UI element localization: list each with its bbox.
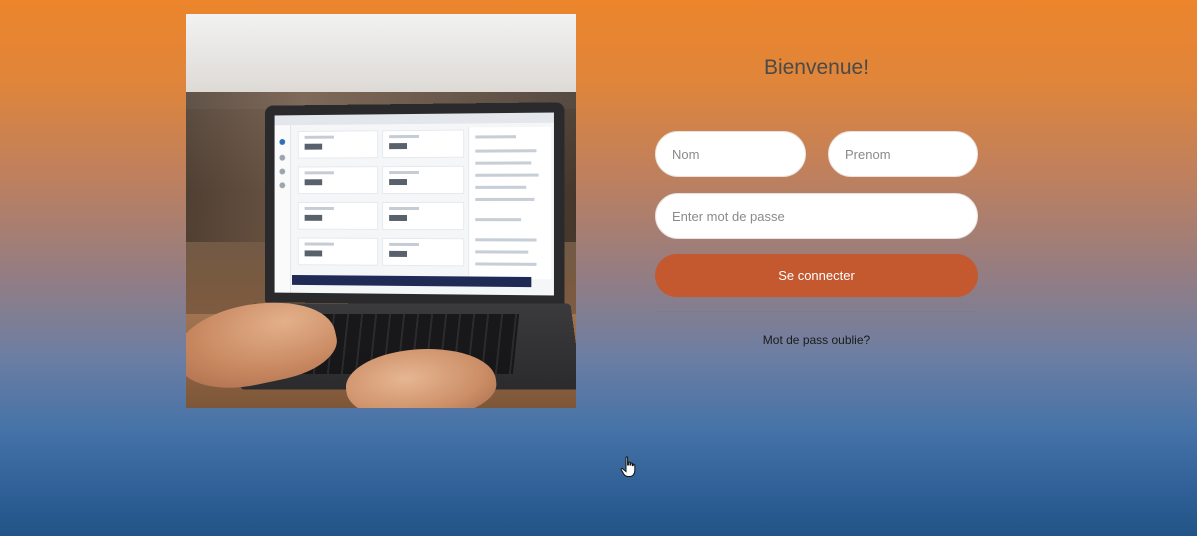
nom-input[interactable] xyxy=(655,131,806,177)
login-button[interactable]: Se connecter xyxy=(655,254,978,297)
hand-pointer-icon xyxy=(620,456,636,477)
form-divider xyxy=(655,311,978,312)
laptop-screen-dashboard xyxy=(274,112,554,296)
hero-photo xyxy=(186,14,576,408)
laptop-illustration xyxy=(264,102,565,306)
password-input[interactable] xyxy=(655,193,978,239)
forgot-password-link[interactable]: Mot de pass oublie? xyxy=(655,333,978,347)
prenom-input[interactable] xyxy=(828,131,978,177)
welcome-title: Bienvenue! xyxy=(763,56,870,79)
